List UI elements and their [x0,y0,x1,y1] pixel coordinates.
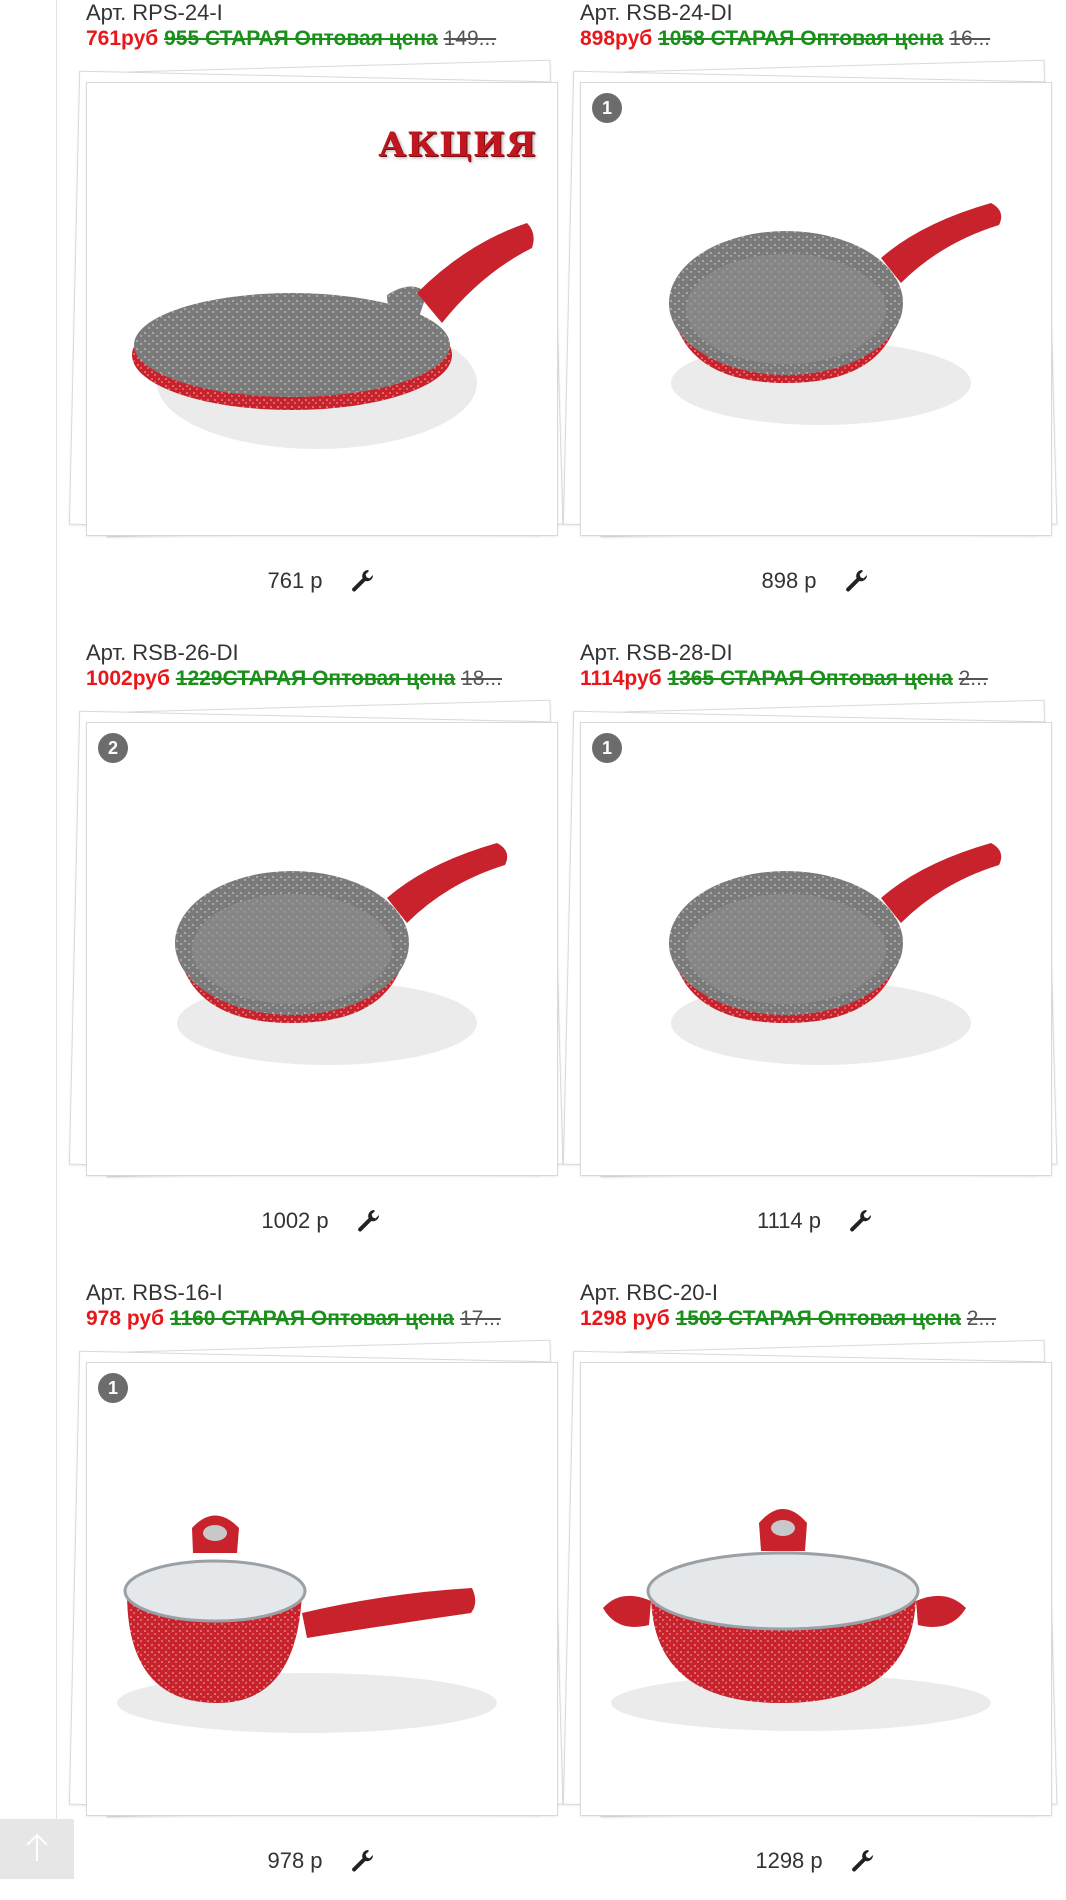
card-footer: 761 р [86,568,556,594]
image-stack[interactable]: 1 [68,1339,566,1840]
product-image-frame[interactable]: АКЦИЯ [86,82,558,536]
product-image-frame[interactable]: 1 [580,722,1052,1176]
product-article: Арт. RSB-26-DI [86,640,239,665]
product-image-frame[interactable]: 2 [86,722,558,1176]
product-article: Арт. RBC-20-I [580,1280,718,1305]
bottom-price: 1298 р [755,1848,823,1873]
promo-label: АКЦИЯ [378,125,537,165]
image-count-badge: 2 [98,733,128,763]
product-image[interactable] [87,723,557,1175]
price-retail: 18... [461,667,502,690]
price-line: 761руб 955 СТАРАЯ Оптовая цена 149... [86,27,556,51]
price-old-wholesale: 1229СТАРАЯ Оптовая цена [175,667,456,690]
bottom-price: 1114 р [756,1208,822,1233]
price-old-wholesale: 1160 СТАРАЯ Оптовая цена [169,1307,455,1330]
wrench-icon[interactable] [843,568,869,594]
product-article: Арт. RPS-24-I [86,0,223,25]
price-line: 1114руб 1365 СТАРАЯ Оптовая цена 2... [580,667,1050,691]
price-line: 1002руб 1229СТАРАЯ Оптовая цена 18... [86,667,556,691]
product-card[interactable]: Арт. RBS-16-I 978 руб 1160 СТАРАЯ Оптова… [68,1280,576,1900]
price-line: 1298 руб 1503 СТАРАЯ Оптовая цена 2... [580,1307,1050,1331]
price-new: 1114руб [580,667,662,690]
bottom-price: 978 р [267,1848,323,1873]
product-card[interactable]: Арт. RSB-26-DI 1002руб 1229СТАРАЯ Оптова… [68,640,576,1260]
card-footer: 1298 р [580,1848,1050,1874]
product-image-frame[interactable]: 1 [580,82,1052,536]
product-image-frame[interactable]: 1 [86,1362,558,1816]
product-image[interactable] [581,1363,1051,1815]
price-old-wholesale: 955 СТАРАЯ Оптовая цена [164,27,438,50]
product-card[interactable]: Арт. RBC-20-I 1298 руб 1503 СТАРАЯ Оптов… [562,1280,1066,1900]
image-stack[interactable]: АКЦИЯ [68,59,566,560]
product-article: Арт. RSB-24-DI [580,0,733,25]
card-footer: 1002 р [86,1208,556,1234]
price-line: 898руб 1058 СТАРАЯ Оптовая цена 16... [580,27,1050,51]
price-new: 898руб [580,27,653,50]
product-image-frame[interactable] [580,1362,1052,1816]
price-retail: 16... [949,27,991,50]
product-grid: Арт. RPS-24-I 761руб 955 СТАРАЯ Оптовая … [68,0,1066,1879]
wrench-icon[interactable] [355,1208,381,1234]
image-count-badge: 1 [592,733,622,763]
image-count-badge: 1 [98,1373,128,1403]
arrow-up-icon [20,1830,54,1869]
bottom-price: 1002 р [261,1208,329,1233]
price-retail: 17... [459,1307,501,1330]
price-new: 1002руб [86,667,170,690]
price-new: 1298 руб [580,1307,670,1330]
wrench-icon[interactable] [349,1848,375,1874]
image-count-badge: 1 [592,93,622,123]
wrench-icon[interactable] [849,1848,875,1874]
product-card[interactable]: Арт. RSB-24-DI 898руб 1058 СТАРАЯ Оптова… [562,0,1066,620]
product-article: Арт. RSB-28-DI [580,640,733,665]
wrench-icon[interactable] [349,568,375,594]
bottom-price: 761 р [267,568,323,593]
product-image[interactable] [581,83,1051,535]
image-stack[interactable] [562,1339,1060,1840]
card-footer: 1114 р [580,1208,1050,1234]
image-stack[interactable]: 1 [562,59,1060,560]
price-old-wholesale: 1365 СТАРАЯ Оптовая цена [667,667,953,690]
product-article: Арт. RBS-16-I [86,1280,223,1305]
price-retail: 2... [958,667,988,690]
scroll-to-top-button[interactable] [0,1819,74,1879]
product-image[interactable] [581,723,1051,1175]
image-stack[interactable]: 1 [562,699,1060,1200]
image-stack[interactable]: 2 [68,699,566,1200]
product-image[interactable] [87,1363,557,1815]
left-rail [0,0,57,1879]
card-footer: 978 р [86,1848,556,1874]
price-old-wholesale: 1503 СТАРАЯ Оптовая цена [675,1307,961,1330]
price-retail: 149... [443,27,497,50]
wrench-icon[interactable] [847,1208,873,1234]
price-retail: 2... [966,1307,996,1330]
price-new: 978 руб [86,1307,165,1330]
card-footer: 898 р [580,568,1050,594]
price-new: 761руб [86,27,159,50]
price-line: 978 руб 1160 СТАРАЯ Оптовая цена 17... [86,1307,556,1331]
bottom-price: 898 р [761,568,817,593]
product-card[interactable]: Арт. RSB-28-DI 1114руб 1365 СТАРАЯ Оптов… [562,640,1066,1260]
product-card[interactable]: Арт. RPS-24-I 761руб 955 СТАРАЯ Оптовая … [68,0,576,620]
price-old-wholesale: 1058 СТАРАЯ Оптовая цена [658,27,944,50]
